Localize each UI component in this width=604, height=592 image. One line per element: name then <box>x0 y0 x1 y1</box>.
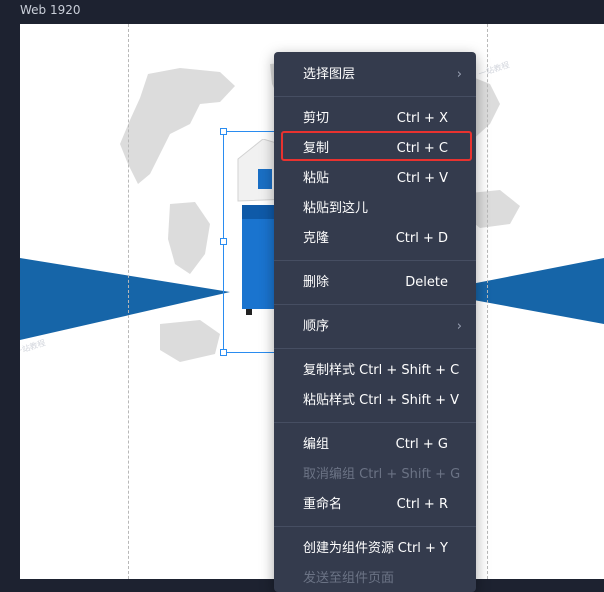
menu-item-cut[interactable]: 剪切 Ctrl + X <box>274 106 476 132</box>
resize-handle-mid-left[interactable] <box>220 238 227 245</box>
menu-item-order[interactable]: 顺序 › <box>274 314 476 340</box>
resize-handle-bottom-left[interactable] <box>220 349 227 356</box>
menu-item-shortcut: Ctrl + G <box>395 437 448 452</box>
menu-item-shortcut: Delete <box>405 275 448 290</box>
menu-divider <box>274 348 476 349</box>
menu-item-shortcut: Ctrl + D <box>395 231 448 246</box>
menu-item-rename[interactable]: 重命名 Ctrl + R <box>274 492 476 518</box>
menu-item-label: 取消编组 Ctrl + Shift + G <box>303 467 461 482</box>
menu-item-paste-style[interactable]: 粘贴样式 Ctrl + Shift + V <box>274 388 476 414</box>
menu-item-label: 发送至组件页面 <box>303 571 395 586</box>
menu-item-paste[interactable]: 粘贴 Ctrl + V <box>274 166 476 192</box>
menu-item-clone[interactable]: 克隆 Ctrl + D <box>274 226 476 252</box>
menu-item-label: 粘贴到这儿 <box>303 201 369 216</box>
menu-item-send-to-component-page[interactable]: 发送至组件页面 <box>274 566 476 592</box>
menu-item-label: 顺序 <box>303 319 330 334</box>
menu-item-label: 创建为组件资源 <box>303 541 395 556</box>
menu-item-group[interactable]: 编组 Ctrl + G <box>274 432 476 458</box>
menu-item-label: 删除 <box>303 275 330 290</box>
copy-highlight-box <box>281 131 472 161</box>
menu-item-label: 克隆 <box>303 231 330 246</box>
menu-divider <box>274 304 476 305</box>
menu-item-shortcut: Ctrl + R <box>396 497 448 512</box>
chevron-right-icon: › <box>456 67 462 82</box>
menu-item-copy-style[interactable]: 复制样式 Ctrl + Shift + C <box>274 358 476 384</box>
layout-guide-left <box>128 24 129 579</box>
menu-divider <box>274 422 476 423</box>
menu-item-delete[interactable]: 删除 Delete <box>274 270 476 296</box>
menu-item-shortcut: Ctrl + Y <box>397 541 448 556</box>
menu-item-shortcut: Ctrl + X <box>396 111 448 126</box>
menu-item-label: 重命名 <box>303 497 343 512</box>
menu-divider <box>274 526 476 527</box>
menu-item-ungroup[interactable]: 取消编组 Ctrl + Shift + G <box>274 462 476 488</box>
menu-divider <box>274 96 476 97</box>
layout-guide-right <box>487 24 488 579</box>
menu-item-label: 粘贴 <box>303 171 330 186</box>
menu-divider <box>274 260 476 261</box>
menu-item-label: 选择图层 <box>303 67 356 82</box>
menu-item-paste-here[interactable]: 粘贴到这儿 <box>274 196 476 222</box>
menu-item-label: 复制样式 Ctrl + Shift + C <box>303 363 460 378</box>
chevron-right-icon: › <box>456 319 462 334</box>
resize-handle-top-left[interactable] <box>220 128 227 135</box>
menu-item-create-component[interactable]: 创建为组件资源 Ctrl + Y <box>274 536 476 562</box>
menu-item-label: 编组 <box>303 437 330 452</box>
menu-item-shortcut: Ctrl + V <box>396 171 448 186</box>
frame-title: Web 1920 <box>20 3 81 17</box>
menu-item-select-layer[interactable]: 选择图层 › <box>274 62 476 88</box>
menu-item-label: 剪切 <box>303 111 330 126</box>
menu-item-label: 粘贴样式 Ctrl + Shift + V <box>303 393 460 408</box>
